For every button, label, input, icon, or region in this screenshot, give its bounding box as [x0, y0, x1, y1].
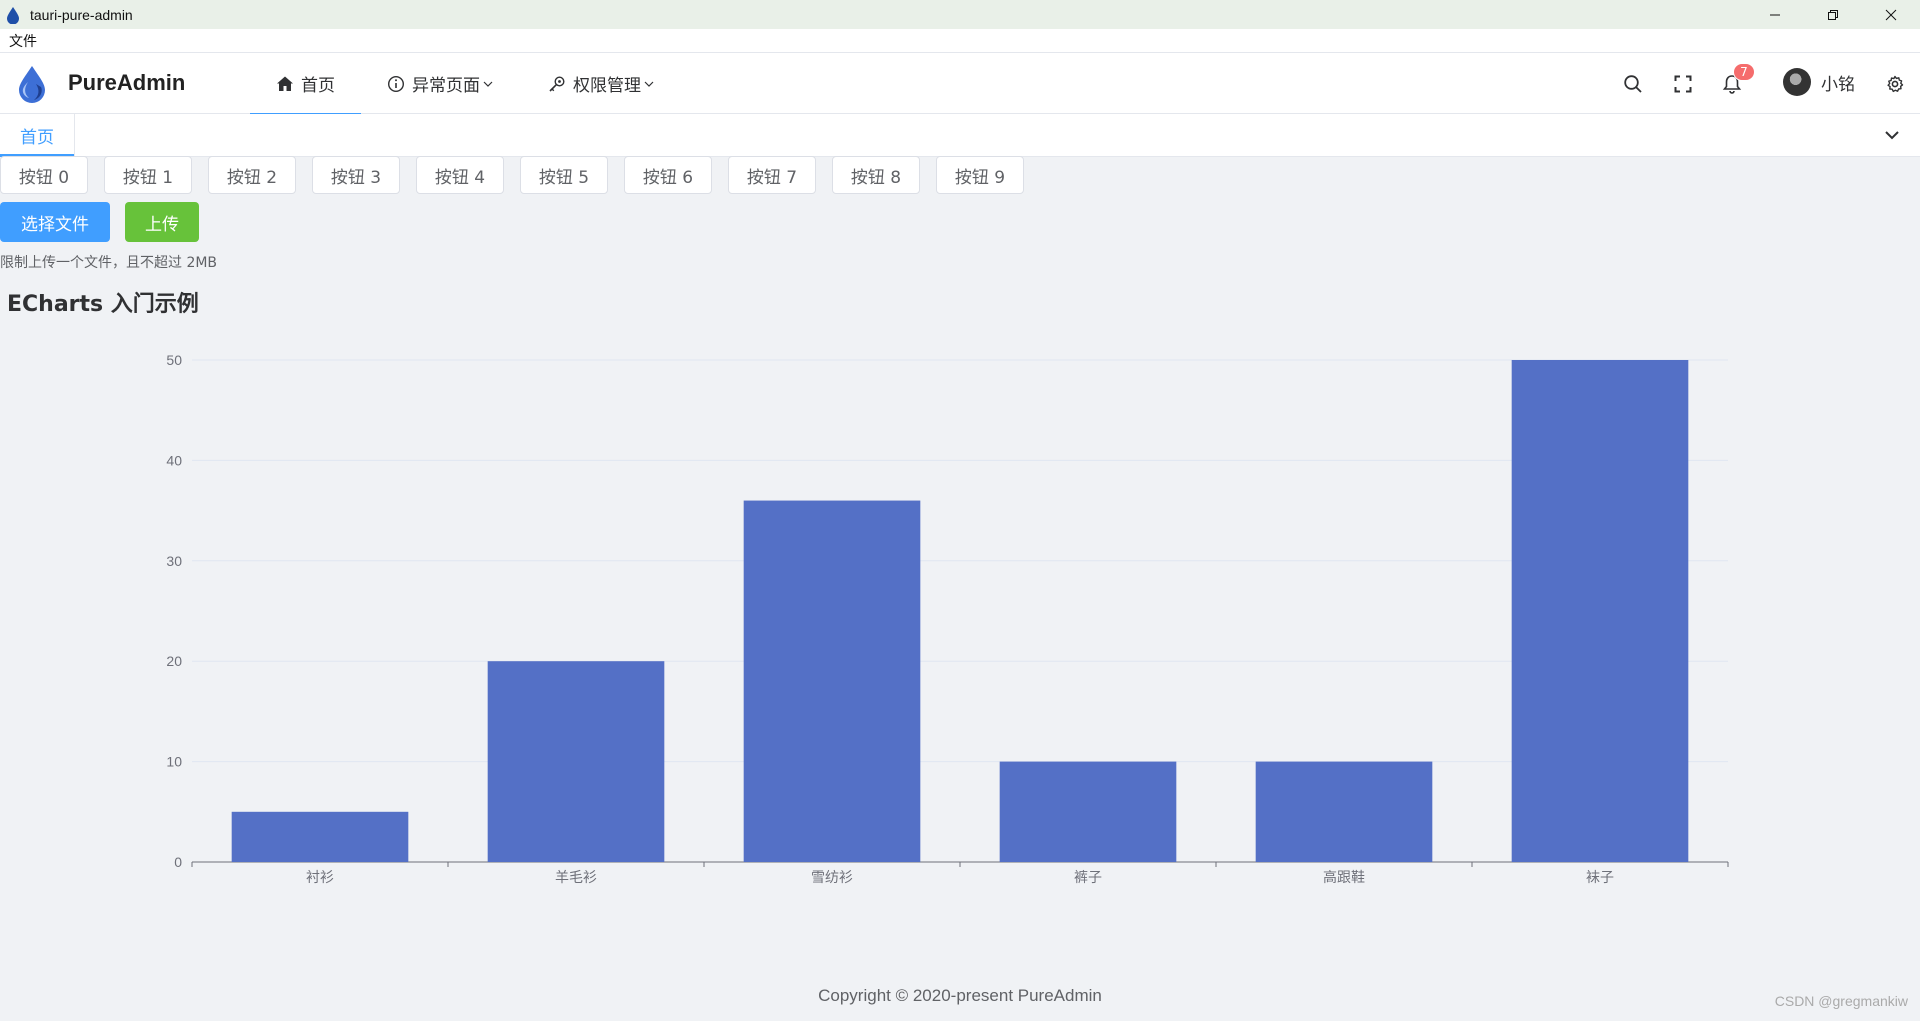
bar-1	[487, 661, 665, 862]
upload-tip: 限制上传一个文件，且不超过 2MB	[0, 255, 218, 271]
search-icon[interactable]	[1622, 73, 1644, 95]
button-4[interactable]: 按钮 4	[416, 156, 504, 194]
x-tick-label: 羊毛衫	[555, 869, 597, 885]
app-drop-icon	[7, 6, 19, 24]
restore-icon[interactable]	[1804, 0, 1862, 29]
button-0[interactable]: 按钮 0	[0, 156, 88, 194]
user-menu[interactable]: 小铭	[1783, 68, 1855, 96]
bar-5	[1511, 360, 1689, 862]
menubar: 文件	[0, 29, 1920, 53]
bar-3	[999, 761, 1177, 862]
y-tick-label: 40	[166, 452, 182, 468]
notification-badge: 7	[1733, 63, 1755, 81]
chevron-down-icon	[483, 81, 493, 87]
bar-2	[743, 500, 921, 862]
info-circle-icon	[387, 75, 405, 92]
button-6[interactable]: 按钮 6	[624, 156, 712, 194]
button-5[interactable]: 按钮 5	[520, 156, 608, 194]
tags-bar: 首页	[0, 114, 1920, 157]
bar-4	[1255, 761, 1433, 862]
nav-item-label: 异常页面	[412, 76, 480, 96]
y-tick-label: 10	[166, 754, 182, 770]
upload-button[interactable]: 上传	[125, 202, 199, 242]
x-tick-label: 袜子	[1586, 869, 1614, 885]
select-file-button[interactable]: 选择文件	[0, 202, 110, 242]
footer-copyright: Copyright © 2020-present PureAdmin	[818, 986, 1102, 1005]
chevron-down-icon[interactable]	[1882, 125, 1902, 145]
window-title: tauri-pure-admin	[30, 6, 133, 23]
chevron-down-icon	[644, 81, 654, 87]
x-tick-label: 裤子	[1074, 869, 1102, 885]
button-row: 按钮 0 按钮 1 按钮 2 按钮 3 按钮 4 按钮 5 按钮 6 按钮 7 …	[0, 156, 1040, 194]
top-nav: 首页 异常页面 权限管理	[250, 53, 681, 115]
bar-0	[231, 811, 409, 862]
bar-chart: 0 10 20 30 40 50 衬衫 羊毛衫 雪纺衫 裤子 高跟鞋 袜子	[0, 340, 1920, 900]
nav-item-label: 权限管理	[573, 76, 641, 96]
button-8[interactable]: 按钮 8	[832, 156, 920, 194]
menu-file[interactable]: 文件	[9, 31, 37, 51]
username: 小铭	[1821, 74, 1855, 95]
fullscreen-icon[interactable]	[1672, 73, 1694, 95]
button-2[interactable]: 按钮 2	[208, 156, 296, 194]
chart-title: ECharts 入门示例	[7, 292, 199, 317]
nav-item-permission[interactable]: 权限管理	[520, 53, 681, 114]
nav-item-exception[interactable]: 异常页面	[361, 53, 520, 114]
upload-row: 选择文件 上传	[0, 202, 199, 242]
app-header: PureAdmin 首页 异常页面 权限管理 7 小铭	[0, 53, 1920, 115]
minimize-icon[interactable]	[1746, 0, 1804, 29]
bell-icon[interactable]: 7	[1721, 63, 1755, 95]
y-tick-label: 20	[166, 653, 182, 669]
x-tick-label: 雪纺衫	[811, 869, 853, 885]
button-7[interactable]: 按钮 7	[728, 156, 816, 194]
window-controls	[1746, 0, 1920, 29]
button-3[interactable]: 按钮 3	[312, 156, 400, 194]
y-tick-label: 50	[166, 352, 182, 368]
x-tick-label: 衬衫	[306, 869, 334, 885]
brand-name[interactable]: PureAdmin	[68, 70, 185, 96]
home-icon	[277, 76, 293, 91]
nav-item-home[interactable]: 首页	[250, 53, 361, 115]
y-tick-label: 30	[166, 553, 182, 569]
chart-svg: 0 10 20 30 40 50 衬衫 羊毛衫 雪纺衫 裤子 高跟鞋 袜子	[166, 352, 1729, 885]
avatar	[1783, 68, 1811, 96]
gear-icon[interactable]	[1884, 73, 1906, 95]
x-tick-label: 高跟鞋	[1323, 869, 1365, 885]
nav-item-label: 首页	[301, 76, 335, 96]
button-1[interactable]: 按钮 1	[104, 156, 192, 194]
key-icon	[549, 75, 565, 92]
watermark: CSDN @gregmankiw	[1774, 993, 1908, 1009]
tag-home[interactable]: 首页	[0, 114, 75, 157]
logo-icon[interactable]	[14, 64, 50, 104]
button-9[interactable]: 按钮 9	[936, 156, 1024, 194]
close-icon[interactable]	[1862, 0, 1920, 29]
y-tick-label: 0	[174, 854, 182, 870]
window-titlebar: tauri-pure-admin	[0, 0, 1920, 29]
